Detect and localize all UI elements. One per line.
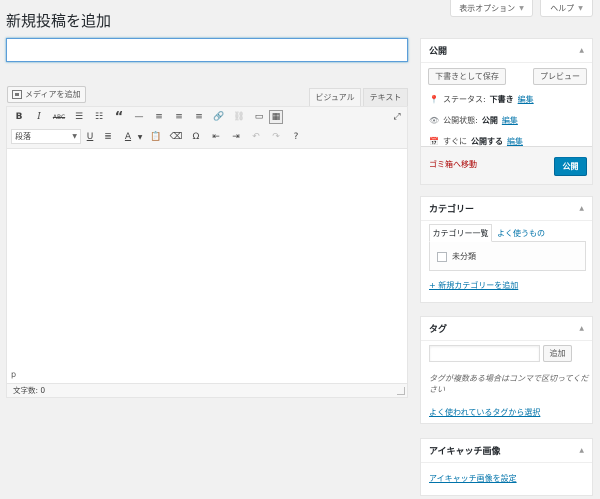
tag-hint: タグが複数ある場合はコンマで区切ってくだ さい [429, 373, 589, 395]
numbered-list-icon[interactable]: ☷ [92, 110, 106, 124]
trash-link[interactable]: ゴミ箱へ移動 [429, 159, 477, 170]
status-edit-link[interactable]: 編集 [518, 94, 534, 105]
calendar-icon: 📅 [429, 137, 439, 146]
publish-box-header[interactable]: 公開 ▲ [421, 39, 592, 63]
visibility-row: 👁 公開状態: 公開 編集 [429, 115, 518, 126]
set-featured-image-link[interactable]: アイキャッチ画像を設定 [429, 473, 517, 484]
justify-icon[interactable]: ≣ [101, 130, 115, 144]
indent-icon[interactable]: ⇥ [229, 130, 243, 144]
tags-box: タグ ▲ 追加 タグが複数ある場合はコンマで区切ってくだ さい よく使われている… [420, 316, 593, 424]
status-row: 📍 ステータス: 下書き 編集 [429, 94, 534, 105]
collapse-icon[interactable]: ▲ [579, 205, 584, 212]
tags-box-title: タグ [429, 325, 448, 335]
category-item[interactable]: 未分類 [437, 251, 476, 262]
underline-icon[interactable]: U [83, 130, 97, 144]
paste-text-icon[interactable]: 📋 [149, 130, 163, 144]
redo-icon[interactable]: ↷ [269, 130, 283, 144]
strikethrough-icon[interactable]: ABC [52, 110, 66, 124]
content-editor[interactable]: B I ABC ☰ ☷ “ — ≡ ≡ ≡ 🔗 ⛓ ▭ ▦ ⤢ 段落 ▼ U ≣… [6, 106, 408, 398]
categories-box: カテゴリー ▲ カテゴリー一覧 よく使うもの 未分類 + 新規カテゴリーを追加 [420, 196, 593, 303]
page-title: 新規投稿を追加 [6, 12, 112, 30]
blockquote-icon[interactable]: “ [112, 110, 126, 125]
tags-box-header[interactable]: タグ ▲ [421, 317, 592, 341]
resize-handle-icon[interactable] [397, 387, 405, 395]
add-new-category-link[interactable]: + 新規カテゴリーを追加 [429, 280, 518, 291]
collapse-icon[interactable]: ▲ [579, 447, 584, 454]
tag-hint-line-2: さい [429, 385, 445, 394]
visibility-label: 公開状態: [443, 116, 478, 125]
eye-icon: 👁 [429, 116, 440, 125]
category-checkbox[interactable] [437, 251, 447, 262]
undo-icon[interactable]: ↶ [249, 130, 263, 144]
toolbar-row-2: 段落 ▼ U ≣ A ▼ 📋 ⌫ Ω ⇤ ⇥ ↶ ↷ ? [7, 127, 407, 147]
collapse-icon[interactable]: ▲ [579, 325, 584, 332]
special-character-icon[interactable]: Ω [189, 130, 203, 144]
help-label: ヘルプ [550, 3, 575, 13]
align-right-icon[interactable]: ≡ [192, 110, 206, 124]
tab-text[interactable]: テキスト [363, 88, 408, 107]
featured-image-box-title: アイキャッチ画像 [429, 447, 501, 457]
choose-used-tags-link[interactable]: よく使われているタグから選択 [429, 407, 540, 418]
horizontal-line-icon[interactable]: — [132, 110, 146, 124]
preview-button[interactable]: プレビュー [533, 68, 587, 85]
help-icon[interactable]: ? [289, 130, 303, 144]
add-media-button[interactable]: メディアを追加 [7, 86, 86, 103]
publish-box: 公開 ▲ 下書きとして保存 プレビュー 📍 ステータス: 下書き 編集 👁 公開… [420, 38, 593, 185]
publish-box-title: 公開 [429, 47, 448, 57]
featured-image-box: アイキャッチ画像 ▲ アイキャッチ画像を設定 [420, 438, 593, 496]
add-tag-button[interactable]: 追加 [543, 345, 572, 362]
collapse-icon[interactable]: ▲ [579, 47, 584, 54]
save-draft-button[interactable]: 下書きとして保存 [428, 68, 506, 85]
screen-options-button[interactable]: 表示オプション ▼ [450, 0, 533, 17]
fullscreen-icon[interactable]: ⤢ [390, 110, 404, 124]
align-center-icon[interactable]: ≡ [172, 110, 186, 124]
chevron-down-icon: ▼ [578, 4, 583, 12]
tab-visual[interactable]: ビジュアル [309, 88, 361, 107]
bold-icon[interactable]: B [12, 110, 26, 124]
categories-box-header[interactable]: カテゴリー ▲ [421, 197, 592, 221]
remove-link-icon[interactable]: ⛓ [232, 110, 246, 124]
tag-input[interactable] [429, 345, 540, 362]
bullet-list-icon[interactable]: ☰ [72, 110, 86, 124]
featured-image-box-header[interactable]: アイキャッチ画像 ▲ [421, 439, 592, 463]
toolbar-row-1: B I ABC ☰ ☷ “ — ≡ ≡ ≡ 🔗 ⛓ ▭ ▦ ⤢ [7, 107, 407, 127]
help-button[interactable]: ヘルプ ▼ [540, 0, 593, 17]
toolbar-toggle-icon[interactable]: ▦ [269, 110, 283, 124]
tab-all-categories[interactable]: カテゴリー一覧 [429, 224, 492, 242]
read-more-icon[interactable]: ▭ [252, 110, 266, 124]
chevron-down-icon: ▼ [72, 133, 77, 140]
media-icon [12, 90, 22, 99]
add-media-label: メディアを追加 [25, 90, 81, 99]
outdent-icon[interactable]: ⇤ [209, 130, 223, 144]
screen-options-label: 表示オプション [459, 3, 516, 13]
format-select[interactable]: 段落 ▼ [11, 129, 81, 144]
format-select-value: 段落 [15, 132, 31, 141]
category-checklist: 未分類 [429, 241, 586, 271]
status-value: 下書き [489, 95, 514, 104]
clear-formatting-icon[interactable]: ⌫ [169, 130, 183, 144]
publish-actions: ゴミ箱へ移動 公開 [421, 146, 592, 184]
word-count-label: 文字数: 0 [13, 386, 46, 395]
word-count: 文字数: 0 [7, 383, 407, 397]
visibility-edit-link[interactable]: 編集 [502, 115, 518, 126]
categories-box-title: カテゴリー [429, 205, 475, 215]
element-path: p [11, 370, 17, 379]
tab-popular-categories[interactable]: よく使うもの [497, 224, 557, 242]
insert-link-icon[interactable]: 🔗 [212, 110, 226, 124]
category-item-label: 未分類 [452, 252, 476, 261]
editor-toolbar: B I ABC ☰ ☷ “ — ≡ ≡ ≡ 🔗 ⛓ ▭ ▦ ⤢ 段落 ▼ U ≣… [7, 107, 407, 149]
chevron-down-icon: ▼ [519, 4, 524, 12]
pin-icon: 📍 [429, 95, 439, 104]
status-label: ステータス: [442, 95, 486, 104]
visibility-value: 公開 [481, 116, 498, 125]
tag-hint-line-1: タグが複数ある場合はコンマで区切ってくだ [429, 374, 589, 383]
italic-icon[interactable]: I [32, 110, 46, 124]
align-left-icon[interactable]: ≡ [152, 110, 166, 124]
post-title-input[interactable] [6, 38, 408, 62]
publish-button[interactable]: 公開 [554, 157, 587, 176]
chevron-down-icon[interactable]: ▼ [133, 130, 147, 144]
